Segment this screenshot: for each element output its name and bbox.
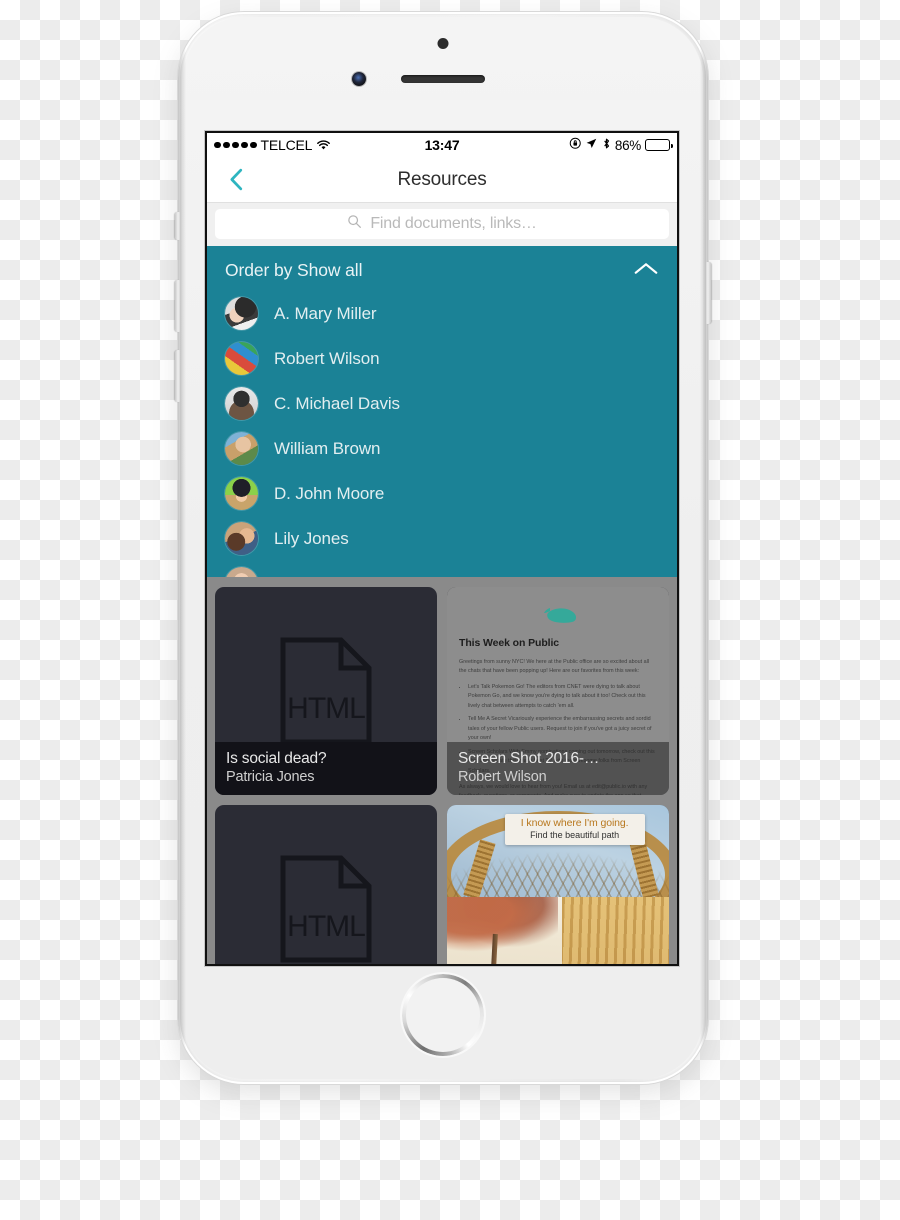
status-bar-clock: 13:47 (424, 137, 460, 153)
carrier-label: TELCEL (260, 137, 313, 153)
chevron-left-icon (229, 168, 242, 191)
status-bar-left: TELCEL (214, 137, 425, 153)
travel-subline: Find the beautiful path (530, 830, 620, 840)
document-card[interactable]: I know where I'm going. Find the beautif… (447, 805, 669, 964)
order-by-label: Order by Show all (225, 260, 363, 280)
document-caption: Screen Shot 2016-… Robert Wilson (447, 742, 669, 795)
list-item[interactable]: D. John Moore (225, 471, 677, 516)
html-file-icon: HTML (280, 855, 372, 963)
volume-up-button[interactable] (175, 280, 180, 332)
search-input[interactable]: Find documents, links… (215, 209, 669, 239)
signal-strength-icon (214, 141, 257, 149)
chevron-up-icon[interactable] (633, 261, 659, 281)
document-caption: Is social dead? Patricia Jones (215, 742, 437, 795)
front-camera-icon (352, 72, 366, 86)
svg-text:HTML: HTML (287, 692, 365, 725)
search-placeholder: Find documents, links… (370, 215, 537, 232)
document-title: Is social dead? (226, 750, 327, 767)
search-icon (347, 214, 362, 234)
silent-switch[interactable] (175, 212, 180, 240)
avatar (225, 522, 258, 555)
newsletter-intro: Greetings from sunny NYC! We here at the… (459, 659, 650, 675)
whale-icon (544, 608, 577, 623)
list-item[interactable]: Robert Wilson (225, 336, 677, 381)
document-card[interactable]: This Week on Public Greetings from sunny… (447, 587, 669, 795)
document-card[interactable]: HTML Is social dead? Patricia Jones (215, 587, 437, 795)
order-by-row[interactable]: Order by Show all (207, 246, 677, 291)
list-item: Let's Talk Pokemon Go! The editors from … (468, 683, 657, 711)
autumn-image: Surprise me (447, 897, 669, 964)
avatar (225, 567, 258, 577)
autumn-field (562, 897, 669, 964)
navigation-bar: Resources (207, 157, 677, 203)
travel-headline: I know where I'm going. (520, 817, 629, 829)
travel-banner: I know where I'm going. Find the beautif… (504, 814, 645, 845)
person-name: William Brown (274, 438, 381, 458)
person-name: A. Mary Miller (274, 303, 377, 323)
document-author: Robert Wilson (458, 769, 547, 785)
status-bar: TELCEL 13:47 86% (207, 133, 677, 157)
document-title: Screen Shot 2016-… (458, 750, 600, 767)
bluetooth-icon (602, 137, 611, 153)
svg-text:HTML: HTML (287, 910, 365, 943)
person-name: C. Michael Davis (274, 393, 400, 413)
autumn-foliage (447, 897, 558, 958)
earpiece-speaker (401, 75, 485, 83)
list-item[interactable]: C. Michael Davis (225, 381, 677, 426)
document-card[interactable]: HTML (215, 805, 437, 964)
document-author: Patricia Jones (226, 769, 315, 785)
html-file-icon: HTML (280, 637, 372, 745)
wifi-icon (316, 139, 331, 151)
iphone-device-mockup: TELCEL 13:47 86% Resources Find document… (175, 12, 711, 1084)
newsletter-heading: This Week on Public (459, 637, 560, 649)
avatar (225, 342, 258, 375)
battery-percent-label: 86% (614, 137, 641, 153)
avatar (225, 432, 258, 465)
back-button[interactable] (219, 163, 253, 197)
search-bar-container: Find documents, links… (207, 203, 677, 246)
list-item[interactable]: A. Mary Miller (225, 291, 677, 336)
status-bar-right: 86% (459, 137, 673, 153)
documents-grid-area: HTML Is social dead? Patricia Jones This… (207, 577, 677, 964)
person-name: Lily Jones (274, 528, 349, 548)
location-arrow-icon (585, 137, 598, 153)
phone-screen: TELCEL 13:47 86% Resources Find document… (207, 133, 677, 964)
rotation-lock-icon (569, 137, 582, 153)
power-button[interactable] (706, 262, 711, 324)
avatar (225, 387, 258, 420)
list-item[interactable]: Lily Jones (225, 516, 677, 561)
page-title: Resources (397, 168, 487, 190)
people-list: A. Mary Miller Robert Wilson C. Michael … (207, 291, 677, 577)
documents-grid: HTML Is social dead? Patricia Jones This… (215, 587, 669, 964)
list-item[interactable]: William Brown (225, 426, 677, 471)
home-button[interactable] (402, 974, 484, 1056)
avatar (225, 477, 258, 510)
list-item[interactable]: David Williams (225, 561, 677, 577)
volume-down-button[interactable] (175, 350, 180, 402)
list-item: Tell Me A Secret Vicariously experience … (468, 715, 657, 743)
battery-icon (645, 139, 673, 151)
eiffel-tower-image: I know where I'm going. Find the beautif… (447, 805, 669, 897)
avatar (225, 297, 258, 330)
people-filter-panel: Order by Show all A. Mary Miller Robert … (207, 246, 677, 577)
person-name: Robert Wilson (274, 348, 380, 368)
person-name: D. John Moore (274, 483, 385, 503)
proximity-sensor-icon (437, 38, 449, 49)
